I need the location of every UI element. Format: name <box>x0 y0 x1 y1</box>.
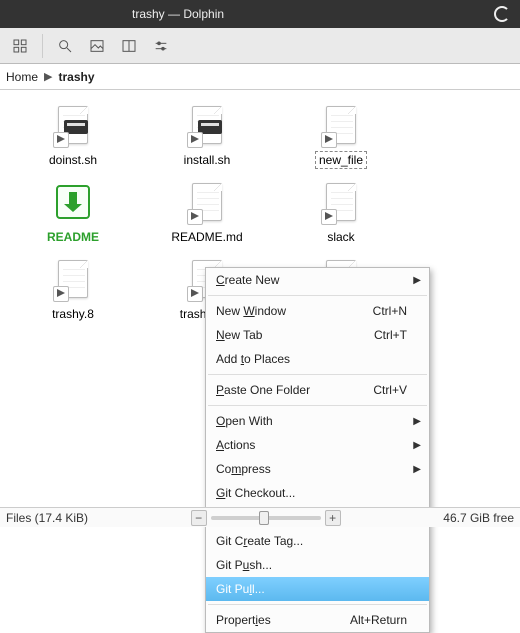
chevron-right-icon: ▶ <box>413 275 421 286</box>
badge-icon <box>53 286 69 302</box>
menu-item-label: Create New <box>216 273 279 287</box>
chevron-right-icon: ▶ <box>413 464 421 475</box>
menu-item[interactable]: New Tab Ctrl+T <box>206 323 429 347</box>
file-item[interactable]: slack <box>274 175 408 252</box>
file-label: trashy.8 <box>48 305 98 323</box>
menu-item[interactable]: Git Pull... <box>206 577 429 601</box>
chevron-right-icon: ▶ <box>413 440 421 451</box>
file-label: install.sh <box>180 151 235 169</box>
zoom-in-button[interactable]: + <box>325 510 341 526</box>
zoom-slider[interactable]: − + <box>88 510 443 526</box>
file-item[interactable]: new_file <box>274 98 408 175</box>
file-item[interactable]: trashy.8 <box>6 252 140 329</box>
badge-icon <box>321 209 337 225</box>
menu-shortcut: Ctrl+T <box>374 328 407 342</box>
menu-item[interactable]: Add to Places <box>206 347 429 371</box>
badge-icon <box>187 132 203 148</box>
menu-separator <box>208 405 427 406</box>
file-label: doinst.sh <box>45 151 101 169</box>
toolbar <box>0 28 520 64</box>
file-item[interactable]: doinst.sh <box>6 98 140 175</box>
split-view-button[interactable] <box>115 32 143 60</box>
badge-icon <box>321 132 337 148</box>
breadcrumb-current[interactable]: trashy <box>58 70 94 84</box>
menu-item[interactable]: Actions ▶ <box>206 433 429 457</box>
badge-icon <box>187 209 203 225</box>
menu-shortcut: Alt+Return <box>350 613 407 627</box>
window-titlebar: trashy — Dolphin <box>0 0 520 28</box>
toolbar-divider <box>42 34 43 58</box>
menu-shortcut: Ctrl+N <box>373 304 407 318</box>
menu-item-label: Properties <box>216 613 271 627</box>
breadcrumb[interactable]: Home ▶ trashy <box>0 64 520 90</box>
menu-item-label: Add to Places <box>216 352 290 366</box>
file-item[interactable]: install.sh <box>140 98 274 175</box>
menu-item[interactable]: Paste One Folder Ctrl+V <box>206 378 429 402</box>
zoom-out-button[interactable]: − <box>191 510 207 526</box>
file-label: README <box>43 228 103 246</box>
file-label: README.md <box>167 228 246 246</box>
chevron-right-icon: ▶ <box>413 416 421 427</box>
file-view[interactable]: doinst.sh install.sh new_file README README.… <box>0 90 520 507</box>
file-label: new_file <box>315 151 367 169</box>
menu-item-label: Compress <box>216 462 271 476</box>
slider-track[interactable] <box>211 516 321 520</box>
menu-separator <box>208 295 427 296</box>
menu-item[interactable]: Compress ▶ <box>206 457 429 481</box>
menu-item[interactable]: Git Checkout... <box>206 481 429 505</box>
file-item[interactable]: README <box>6 175 140 252</box>
menu-item-label: New Window <box>216 304 286 318</box>
icon-mode-button[interactable] <box>6 32 34 60</box>
context-menu[interactable]: Create New ▶ New Window Ctrl+N New Tab Ctrl+T… <box>205 267 430 633</box>
menu-item-label: Git Push... <box>216 558 272 572</box>
slider-thumb[interactable] <box>259 511 269 525</box>
file-item[interactable]: README.md <box>140 175 274 252</box>
menu-item-label: Actions <box>216 438 255 452</box>
chevron-right-icon: ▶ <box>44 70 52 83</box>
menu-item[interactable]: Git Push... <box>206 553 429 577</box>
menu-item-label: New Tab <box>216 328 262 342</box>
menu-item[interactable]: New Window Ctrl+N <box>206 299 429 323</box>
menu-item[interactable]: Open With ▶ <box>206 409 429 433</box>
menu-item-label: Git Pull... <box>216 582 265 596</box>
menu-item-label: Git Checkout... <box>216 486 295 500</box>
menu-separator <box>208 374 427 375</box>
status-file-count: Files (17.4 KiB) <box>6 511 88 525</box>
preview-button[interactable] <box>83 32 111 60</box>
menu-shortcut: Ctrl+V <box>373 383 407 397</box>
menu-item[interactable]: Create New ▶ <box>206 268 429 292</box>
readme-icon <box>56 185 90 219</box>
badge-icon <box>187 286 203 302</box>
menu-item-label: Git Create Tag... <box>216 534 303 548</box>
search-button[interactable] <box>51 32 79 60</box>
menu-separator <box>208 604 427 605</box>
menu-item[interactable]: Git Create Tag... <box>206 529 429 553</box>
menu-item[interactable]: Properties Alt+Return <box>206 608 429 632</box>
menu-item-label: Open With <box>216 414 273 428</box>
loading-icon <box>494 6 510 22</box>
control-button[interactable] <box>147 32 175 60</box>
menu-item-label: Paste One Folder <box>216 383 310 397</box>
status-bar: Files (17.4 KiB) − + 46.7 GiB free <box>0 507 520 527</box>
badge-icon <box>53 132 69 148</box>
file-label: slack <box>323 228 358 246</box>
status-free-space: 46.7 GiB free <box>443 511 514 525</box>
breadcrumb-home[interactable]: Home <box>6 70 38 84</box>
window-title: trashy — Dolphin <box>132 7 224 21</box>
